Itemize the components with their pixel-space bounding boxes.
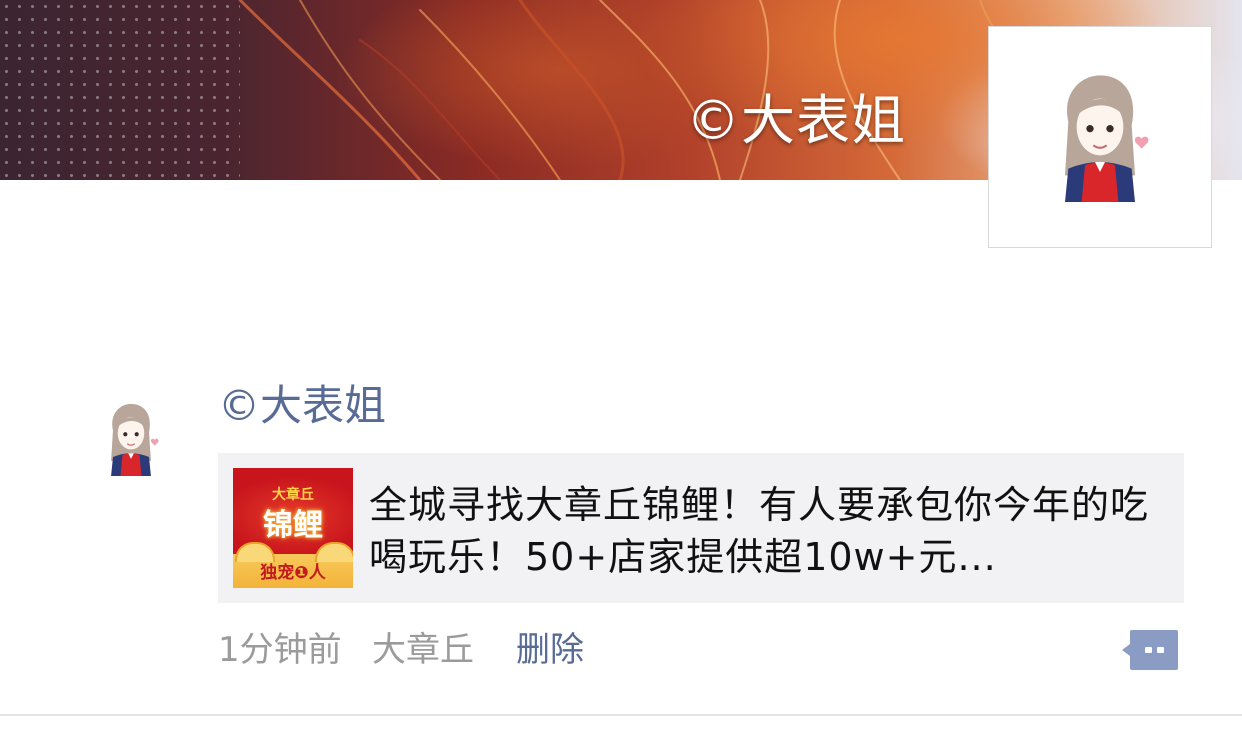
comment-button[interactable]	[1120, 628, 1180, 672]
cartoon-girl-avatar-icon	[111, 403, 159, 476]
shared-link-card[interactable]: 大章丘 锦鲤 独宠❶人 全城寻找大章丘锦鲤！有人要承包你今年的吃喝玩乐！50+店…	[218, 453, 1184, 603]
delete-button[interactable]: 删除	[516, 626, 584, 674]
link-title: 全城寻找大章丘锦鲤！有人要承包你今年的吃喝玩乐！50+店家提供超10w+元...	[369, 483, 1150, 579]
post-author-name[interactable]: ©大表姐	[218, 378, 386, 434]
profile-avatar[interactable]	[988, 26, 1212, 248]
link-thumbnail: 大章丘 锦鲤 独宠❶人	[233, 468, 353, 588]
thumbnail-small-text: 大章丘	[272, 487, 314, 503]
post-location[interactable]: 大章丘	[372, 626, 474, 674]
cartoon-girl-avatar-icon	[1065, 75, 1149, 202]
post-avatar[interactable]	[98, 402, 164, 476]
thumbnail-big-text: 锦鲤	[263, 508, 323, 543]
thumbnail-foot-text: 独宠❶人	[260, 563, 326, 583]
cover-watermark: ©大表姐	[686, 89, 906, 152]
post-time: 1分钟前	[218, 630, 342, 670]
comment-bubble-icon	[1122, 630, 1178, 670]
post-divider	[0, 714, 1242, 716]
